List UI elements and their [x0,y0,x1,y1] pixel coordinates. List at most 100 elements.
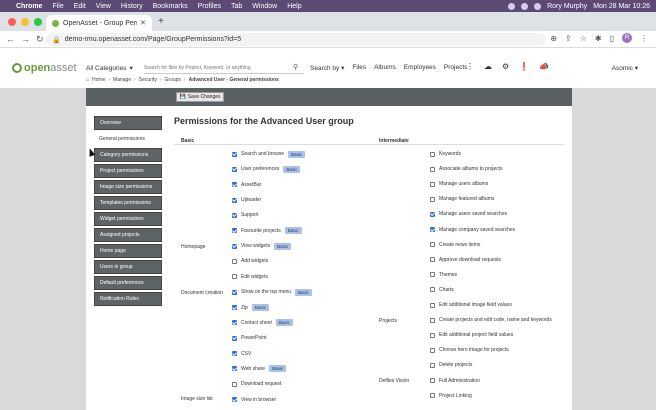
user-menu[interactable]: Asomic ▾ [612,64,638,72]
permission-checkbox[interactable] [232,320,237,326]
status-icon[interactable] [521,2,529,10]
upload-cloud-icon[interactable]: ☁ [484,62,492,71]
lock-icon[interactable]: 🔒 [52,36,61,44]
permission-checkbox[interactable] [430,272,435,278]
breadcrumb-groups[interactable]: Groups [165,77,181,83]
status-icon[interactable] [534,2,542,10]
bookmark-star-icon[interactable]: ☆ [580,34,587,43]
permission-checkbox[interactable] [430,332,435,338]
nav-albums[interactable]: Albums [374,64,396,72]
back-icon[interactable]: ← [6,34,15,44]
permission-checkbox[interactable] [430,362,435,368]
nav-files[interactable]: Files [352,64,366,72]
sidebar-item[interactable]: Project permissions [94,164,162,178]
address-bar[interactable]: 🔒 demo-rmu.openasset.com/Page/GroupPermi… [46,33,546,46]
reload-icon[interactable]: ↻ [36,34,44,45]
menu-history[interactable]: History [121,3,143,10]
close-tab-icon[interactable]: ✕ [140,19,146,27]
breadcrumb-security[interactable]: Security [139,77,157,83]
menu-file[interactable]: File [52,3,63,10]
permission-checkbox[interactable] [430,151,435,157]
permission-checkbox[interactable] [430,287,435,293]
permission-checkbox[interactable] [430,347,435,353]
menubar-user[interactable]: Rory Murphy [547,3,587,10]
permission-checkbox[interactable] [430,166,435,172]
permission-checkbox[interactable] [232,335,237,341]
permission-checkbox[interactable] [430,257,435,263]
sidebar-item[interactable]: Default preferences [94,276,162,290]
permission-checkbox[interactable] [232,274,237,280]
permission-checkbox[interactable] [232,166,237,172]
category-select[interactable]: All Categories ▾ [86,63,142,73]
search-by-dropdown[interactable]: Search by ▾ [310,64,344,72]
sidebar-item[interactable]: Overview [94,116,162,130]
menu-help[interactable]: Help [287,3,301,10]
permission-checkbox[interactable] [232,228,237,234]
nav-employees[interactable]: Employees [404,64,436,72]
share-icon[interactable]: ⇪ [565,34,572,43]
openasset-logo[interactable]: open asset [12,62,77,74]
permission-checkbox[interactable] [232,397,237,403]
minimize-window-icon[interactable] [21,18,29,26]
sidebar-item[interactable]: General permissions [94,132,162,146]
permission-checkbox[interactable] [430,211,435,217]
sidebar-item[interactable]: Home page [94,244,162,258]
menu-edit[interactable]: Edit [74,3,86,10]
menu-app-name[interactable]: Chrome [16,3,42,10]
permission-checkbox[interactable] [232,258,237,264]
new-tab-icon[interactable]: + [158,16,164,27]
permission-checkbox[interactable] [232,243,237,249]
sidebar-item[interactable]: Widget permissions [94,212,162,226]
permission-checkbox[interactable] [232,351,237,357]
menu-view[interactable]: View [96,3,111,10]
breadcrumb-home[interactable]: Home [92,77,105,83]
permission-checkbox[interactable] [430,302,435,308]
sidebar-item[interactable]: Templates permissions [94,196,162,210]
sidebar-icon[interactable]: ▯ [610,34,614,43]
permission-checkbox[interactable] [232,381,237,387]
more-vertical-icon[interactable]: ⋮ [466,62,474,71]
permission-checkbox[interactable] [232,289,237,295]
forward-icon[interactable]: → [21,34,30,44]
permission-checkbox[interactable] [232,305,237,310]
permission-checkbox[interactable] [430,242,435,248]
menubar-datetime[interactable]: Mon 28 Mar 10:26 [593,3,650,10]
search-icon[interactable]: ⚲ [293,63,298,71]
permission-checkbox[interactable] [430,181,435,187]
sidebar-item[interactable]: Assigned projects [94,228,162,242]
permission-checkbox[interactable] [232,151,237,157]
more-menu-icon[interactable]: ⋮ [640,34,648,43]
sidebar-item[interactable]: Category permissions [94,148,162,162]
menu-bookmarks[interactable]: Bookmarks [153,3,188,10]
close-window-icon[interactable] [8,18,16,26]
permission-checkbox[interactable] [430,378,435,383]
menu-profiles[interactable]: Profiles [198,3,221,10]
permission-checkbox[interactable] [232,182,237,188]
announcement-icon[interactable]: 📣 [539,62,549,71]
permission-checkbox[interactable] [430,227,435,232]
permission-checkbox[interactable] [232,212,237,218]
extensions-icon[interactable]: ✱ [595,34,602,43]
breadcrumb-manage[interactable]: Manage [113,77,131,83]
search-input[interactable] [144,62,304,74]
browser-tab[interactable]: OpenAsset - Group Permissions ✕ [46,15,152,31]
home-icon[interactable]: ⌂ [86,77,89,83]
maximize-window-icon[interactable] [34,18,42,26]
save-changes-button[interactable]: 💾 Save Changes [176,92,224,102]
nav-projects[interactable]: Projects [444,64,467,72]
sidebar-item[interactable]: Notification Rules [94,292,162,306]
settings-gear-icon[interactable]: ⚙ [502,62,509,71]
permission-checkbox[interactable] [430,393,435,399]
zoom-icon[interactable]: ⊕ [550,34,557,43]
alert-icon[interactable]: ❗ [519,62,529,71]
permission-checkbox[interactable] [232,366,237,372]
sidebar-item[interactable]: Users in group [94,260,162,274]
menu-window[interactable]: Window [252,3,277,10]
sidebar-item[interactable]: Image size permissions [94,180,162,194]
profile-avatar-icon[interactable]: R [622,33,632,43]
menu-tab[interactable]: Tab [231,3,242,10]
permission-checkbox[interactable] [430,317,435,323]
status-icon[interactable] [508,2,516,10]
permission-checkbox[interactable] [430,196,435,202]
permission-checkbox[interactable] [232,197,237,203]
